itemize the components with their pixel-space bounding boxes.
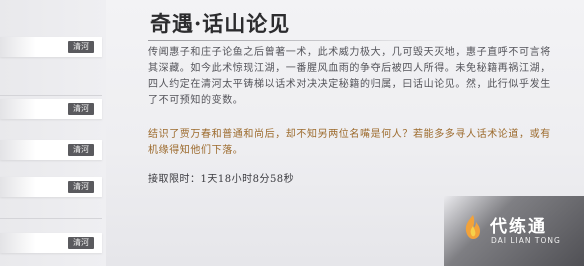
quest-list-item[interactable]: 清河 (0, 99, 102, 119)
flame-logo-icon (465, 215, 480, 239)
quest-list-item[interactable]: 清河 (0, 140, 102, 160)
quest-description: 传闻惠子和庄子论鱼之后曾著一术，此术威力极大，几可毁天灭地，惠子直呼不可言将其深… (148, 47, 551, 106)
quest-title: 奇遇·话山论见 (150, 11, 291, 36)
location-tag: 清河 (68, 237, 94, 249)
location-tag: 清河 (68, 181, 94, 193)
quest-list-item[interactable]: 清河 (0, 177, 102, 197)
quest-list-item[interactable]: 清河 (0, 37, 102, 57)
location-tag: 清河 (68, 41, 94, 53)
list-divider (0, 95, 102, 96)
watermark-subtitle: DAI LIAN TONG (491, 236, 561, 245)
location-tag: 清河 (68, 103, 94, 115)
watermark: 代练通 DAI LIAN TONG (444, 196, 584, 266)
location-tag: 清河 (68, 144, 94, 156)
title-underline (148, 40, 448, 41)
quest-hint: 结识了贾万春和普通和尚后，却不知另两位名嘴是何人？若能多多寻人话术论道，或有机缘… (148, 129, 551, 156)
quest-list-item[interactable]: 清河 (0, 233, 102, 253)
watermark-title: 代练通 (490, 217, 547, 237)
timer-value: 1天18小时8分58秒 (200, 174, 295, 185)
timer-label: 接取限时： (148, 174, 201, 185)
accept-timer: 接取限时：1天18小时8分58秒 (148, 170, 294, 185)
list-divider (0, 218, 102, 219)
